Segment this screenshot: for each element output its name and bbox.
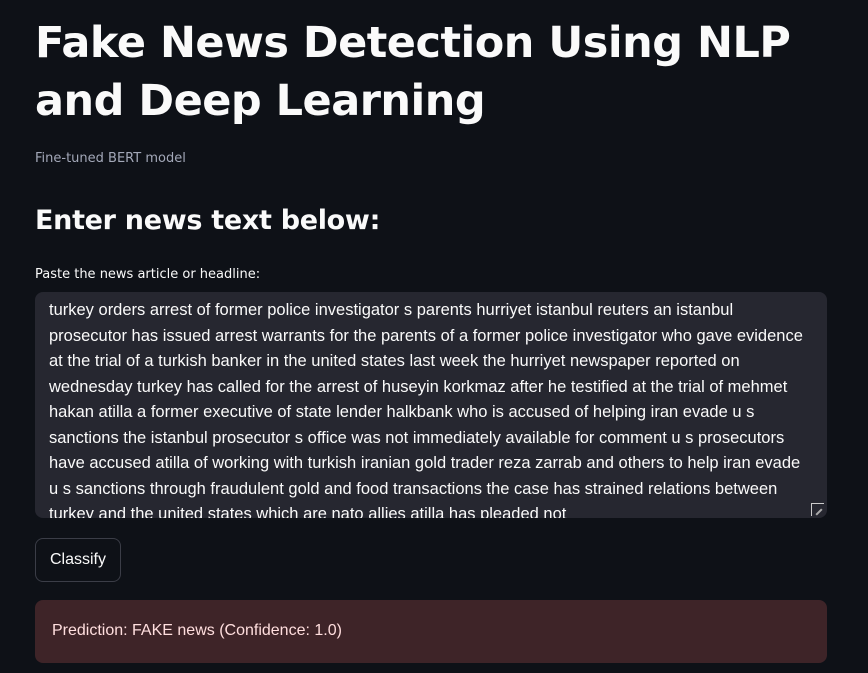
resize-handle-icon[interactable] [811,503,824,516]
page-title: Fake News Detection Using NLP and Deep L… [35,18,791,126]
news-text-input[interactable]: turkey orders arrest of former police in… [35,292,827,518]
news-text-label: Paste the news article or headline: [35,267,261,282]
prediction-result-alert: Prediction: FAKE news (Confidence: 1.0) [35,600,827,663]
page-subtitle: Fine-tuned BERT model [35,151,186,166]
classify-button[interactable]: Classify [35,538,121,582]
section-heading: Enter news text below: [35,205,381,236]
